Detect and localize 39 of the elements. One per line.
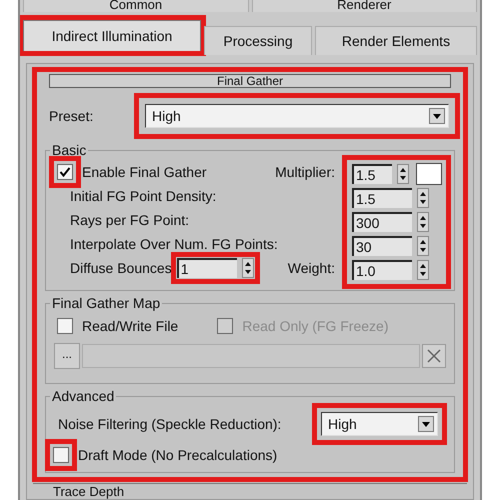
section-title: Final Gather Map: [51, 295, 162, 311]
number-field[interactable]: 1.5: [352, 164, 392, 184]
spinner-arrows-icon[interactable]: [417, 188, 429, 208]
field-label: Multiplier:: [275, 164, 335, 180]
number-field[interactable]: 1.0: [352, 260, 412, 280]
field-label: Interpolate Over Num. FG Points:: [70, 236, 278, 252]
tab[interactable]: Processing: [204, 26, 312, 55]
checkbox-label[interactable]: Enable Final Gather: [82, 164, 207, 180]
field-label: Diffuse Bounces: [70, 260, 172, 276]
number-field[interactable]: 30: [352, 236, 412, 256]
rollout-title[interactable]: Final Gather: [49, 74, 451, 88]
clear-icon[interactable]: [422, 344, 446, 368]
tab[interactable]: Common: [23, 0, 248, 12]
field-label: Rays per FG Point:: [70, 212, 190, 228]
tab[interactable]: Render Elements: [315, 26, 477, 55]
number-field[interactable]: 1: [176, 258, 237, 278]
checkbox-label[interactable]: Draft Mode (No Precalculations): [78, 447, 278, 463]
color-swatch[interactable]: [416, 163, 442, 185]
field-label: Initial FG Point Density:: [70, 188, 216, 204]
spinner-arrows-icon[interactable]: [417, 260, 429, 280]
rollout-title[interactable]: Trace Depth: [33, 483, 467, 499]
section-title: Advanced: [51, 388, 116, 404]
field-label: Preset:: [49, 108, 94, 124]
field-label: Weight:: [288, 260, 335, 276]
spinner-arrows-icon[interactable]: [417, 236, 429, 256]
spinner-control[interactable]: 1: [176, 257, 255, 279]
spinner-arrows-icon[interactable]: [417, 212, 429, 232]
number-field[interactable]: 300: [352, 212, 412, 232]
browse-button[interactable]: ...: [54, 343, 80, 369]
number-field[interactable]: 1.5: [352, 188, 412, 208]
dropdown[interactable]: High: [321, 412, 438, 436]
spinner-arrows-icon[interactable]: [397, 164, 409, 184]
section-title: Basic: [51, 142, 88, 158]
dropdown[interactable]: High: [145, 104, 449, 128]
checkbox-label[interactable]: Read/Write File: [82, 318, 178, 334]
field-label: Noise Filtering (Speckle Reduction):: [58, 416, 282, 432]
checkbox[interactable]: [57, 318, 73, 334]
file-path-field[interactable]: [82, 344, 420, 368]
spinner-arrows-icon[interactable]: [242, 258, 254, 278]
